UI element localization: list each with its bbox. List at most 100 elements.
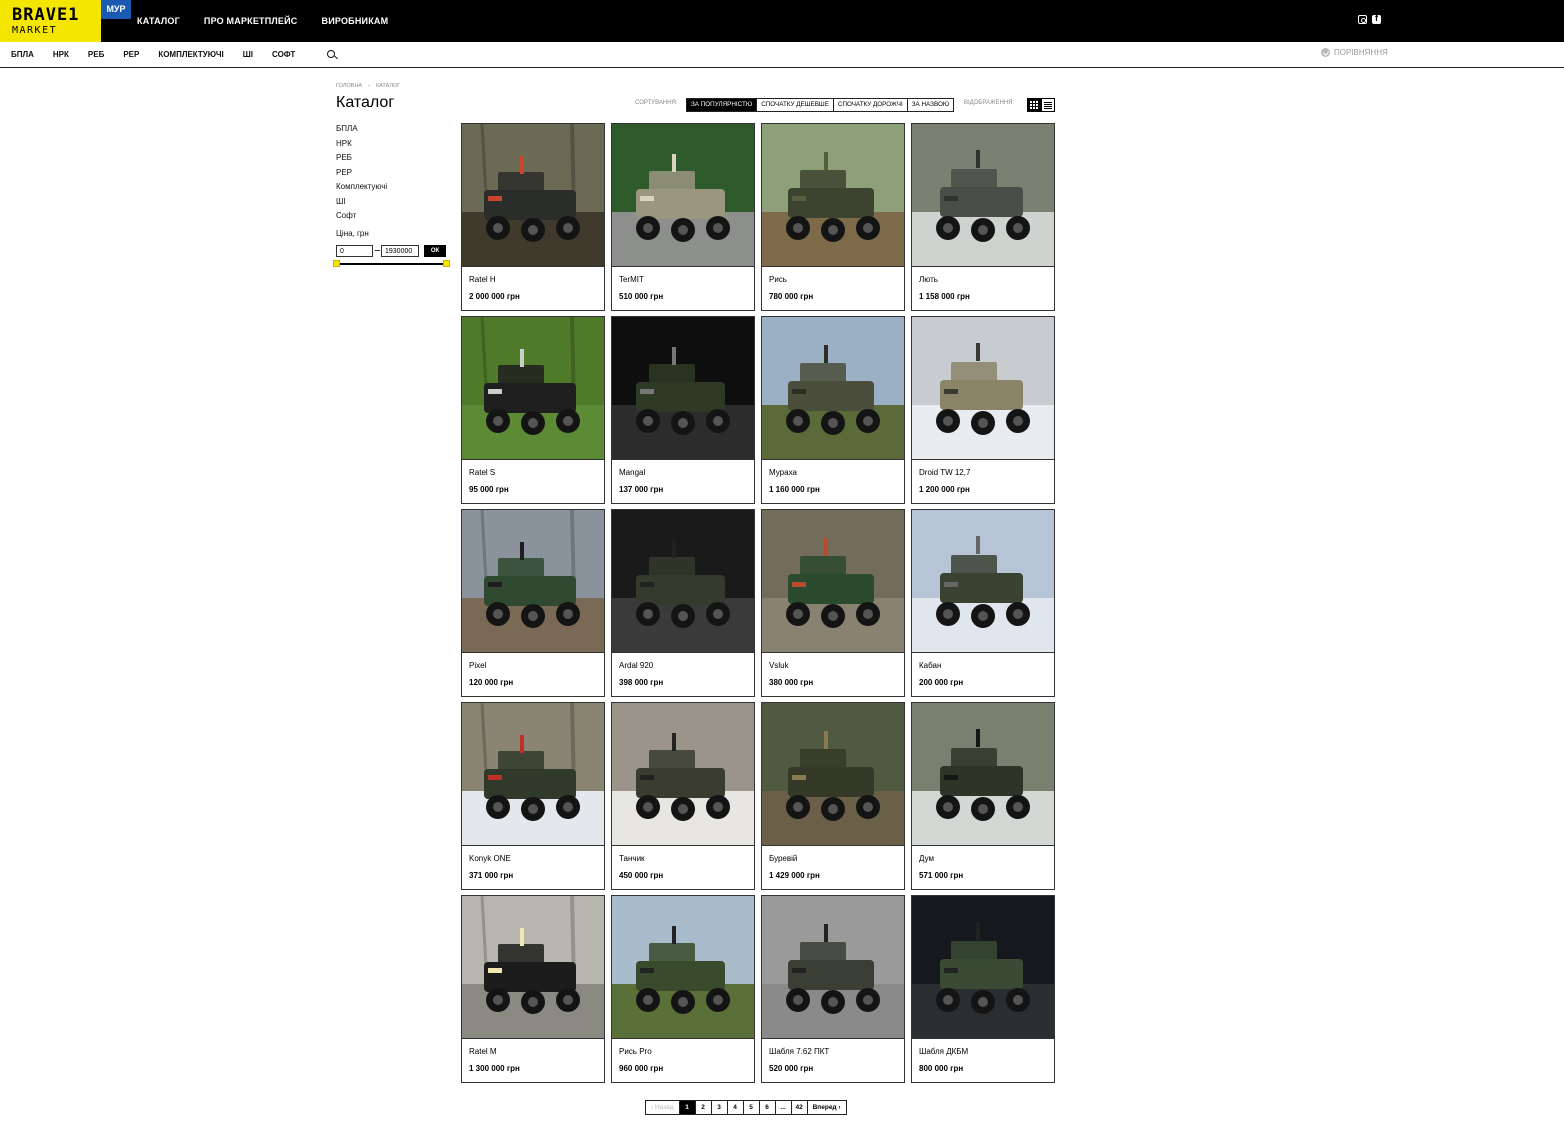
sidebar-item-ai[interactable]: ШІ (336, 195, 387, 210)
product-name[interactable]: Шабля ДКБМ (919, 1047, 968, 1056)
cat-nrk[interactable]: НРК (53, 50, 69, 59)
price-ok-button[interactable]: ОК (424, 245, 446, 257)
product-card[interactable]: Кабан 200 000 грн (911, 509, 1055, 697)
product-name[interactable]: Ratel S (469, 468, 495, 477)
product-image[interactable] (762, 703, 904, 846)
cat-reb[interactable]: РЕБ (88, 50, 104, 59)
product-name[interactable]: Мураха (769, 468, 797, 477)
instagram-icon[interactable] (1358, 15, 1367, 24)
product-image[interactable] (612, 317, 754, 460)
product-image[interactable] (762, 510, 904, 653)
product-card[interactable]: Рись Pro 960 000 грн (611, 895, 755, 1083)
product-image[interactable] (462, 896, 604, 1039)
product-card[interactable]: Droid TW 12,7 1 200 000 грн (911, 316, 1055, 504)
sidebar-item-bpla[interactable]: БПЛА (336, 122, 387, 137)
price-slider-max-handle[interactable] (443, 260, 450, 267)
product-image[interactable] (612, 510, 754, 653)
product-card[interactable]: Vsluk 380 000 грн (761, 509, 905, 697)
product-card[interactable]: Лють 1 158 000 грн (911, 123, 1055, 311)
price-slider-min-handle[interactable] (333, 260, 340, 267)
product-name[interactable]: Mangal (619, 468, 645, 477)
cat-bpla[interactable]: БПЛА (11, 50, 34, 59)
product-name[interactable]: Ratel M (469, 1047, 497, 1056)
product-image[interactable] (462, 703, 604, 846)
product-image[interactable] (462, 317, 604, 460)
product-name[interactable]: Ardal 920 (619, 661, 653, 670)
sidebar-item-reb[interactable]: РЕБ (336, 151, 387, 166)
sort-by-name[interactable]: ЗА НАЗВОЮ (907, 98, 955, 112)
product-name[interactable]: Рись Pro (619, 1047, 652, 1056)
product-image[interactable] (912, 510, 1054, 653)
product-image[interactable] (762, 317, 904, 460)
product-name[interactable]: Буревій (769, 854, 797, 863)
pagination-page[interactable]: 3 (710, 1101, 727, 1114)
product-image[interactable] (912, 124, 1054, 267)
sidebar-item-rer[interactable]: РЕР (336, 166, 387, 181)
list-view-icon[interactable] (1041, 98, 1055, 112)
product-card[interactable]: Танчик 450 000 грн (611, 702, 755, 890)
price-slider-track[interactable] (336, 263, 447, 265)
product-card[interactable]: Ratel M 1 300 000 грн (461, 895, 605, 1083)
product-image[interactable] (762, 896, 904, 1039)
product-card[interactable]: Мураха 1 160 000 грн (761, 316, 905, 504)
product-name[interactable]: TerMIT (619, 275, 644, 284)
sidebar-item-nrk[interactable]: НРК (336, 137, 387, 152)
product-image[interactable] (612, 896, 754, 1039)
product-name[interactable]: Ratel H (469, 275, 496, 284)
product-card[interactable]: Шабля 7.62 ПКТ 520 000 грн (761, 895, 905, 1083)
product-image[interactable] (462, 510, 604, 653)
pagination-page[interactable]: 4 (726, 1101, 743, 1114)
product-image[interactable] (612, 124, 754, 267)
product-card[interactable]: Konyk ONE 371 000 грн (461, 702, 605, 890)
product-card[interactable]: Буревій 1 429 000 грн (761, 702, 905, 890)
product-image[interactable] (762, 124, 904, 267)
product-image[interactable] (612, 703, 754, 846)
sort-expensive-first[interactable]: СПОЧАТКУ ДОРОЖЧІ (833, 98, 908, 112)
product-name[interactable]: Дум (919, 854, 934, 863)
product-card[interactable]: Mangal 137 000 грн (611, 316, 755, 504)
breadcrumb-home[interactable]: ГОЛОВНА (336, 83, 362, 89)
product-card[interactable]: TerMIT 510 000 грн (611, 123, 755, 311)
pagination-prev-button[interactable]: ‹ Назад (646, 1101, 679, 1114)
mur-badge[interactable]: МУР (101, 0, 131, 19)
product-name[interactable]: Танчик (619, 854, 645, 863)
product-name[interactable]: Droid TW 12,7 (919, 468, 970, 477)
product-card[interactable]: Ardal 920 398 000 грн (611, 509, 755, 697)
product-image[interactable] (912, 896, 1054, 1039)
sidebar-item-software[interactable]: Софт (336, 209, 387, 224)
product-card[interactable]: Pixel 120 000 грн (461, 509, 605, 697)
pagination-page[interactable]: 1 (678, 1101, 695, 1114)
pagination-page[interactable]: 42 (790, 1101, 807, 1114)
facebook-icon[interactable] (1372, 13, 1381, 24)
price-min-input[interactable] (336, 245, 373, 257)
sort-cheapest-first[interactable]: СПОЧАТКУ ДЕШЕВШЕ (757, 98, 834, 112)
product-name[interactable]: Лють (919, 275, 938, 284)
product-card[interactable]: Шабля ДКБМ 800 000 грн (911, 895, 1055, 1083)
product-image[interactable] (912, 317, 1054, 460)
sort-by-popularity[interactable]: ЗА ПОПУЛЯРНІСТЮ (686, 98, 758, 112)
pagination-next-button[interactable]: Вперед › (806, 1101, 846, 1114)
grid-view-icon[interactable] (1027, 98, 1041, 112)
product-image[interactable] (462, 124, 604, 267)
nav-about-marketplace[interactable]: ПРО МАРКЕТПЛЕЙС (204, 16, 298, 26)
brave1-market-logo[interactable]: BRAVE1 MARKET (0, 0, 101, 42)
product-card[interactable]: Дум 571 000 грн (911, 702, 1055, 890)
product-name[interactable]: Vsluk (769, 661, 789, 670)
product-name[interactable]: Шабля 7.62 ПКТ (769, 1047, 829, 1056)
search-icon[interactable] (327, 50, 335, 58)
nav-catalog[interactable]: КАТАЛОГ (137, 16, 180, 26)
pagination-page[interactable]: 6 (758, 1101, 775, 1114)
price-max-input[interactable] (381, 245, 419, 257)
product-image[interactable] (912, 703, 1054, 846)
cat-rer[interactable]: РЕР (123, 50, 139, 59)
sidebar-item-components[interactable]: Комплектуючі (336, 180, 387, 195)
product-name[interactable]: Рись (769, 275, 787, 284)
product-name[interactable]: Konyk ONE (469, 854, 511, 863)
compare-link[interactable]: ПОРІВНЯННЯ (1321, 48, 1388, 57)
product-name[interactable]: Кабан (919, 661, 941, 670)
cat-software[interactable]: СОФТ (272, 50, 295, 59)
pagination-page[interactable]: 5 (742, 1101, 759, 1114)
product-name[interactable]: Pixel (469, 661, 486, 670)
product-card[interactable]: Ratel S 95 000 грн (461, 316, 605, 504)
nav-manufacturers[interactable]: ВИРОБНИКАМ (322, 16, 389, 26)
